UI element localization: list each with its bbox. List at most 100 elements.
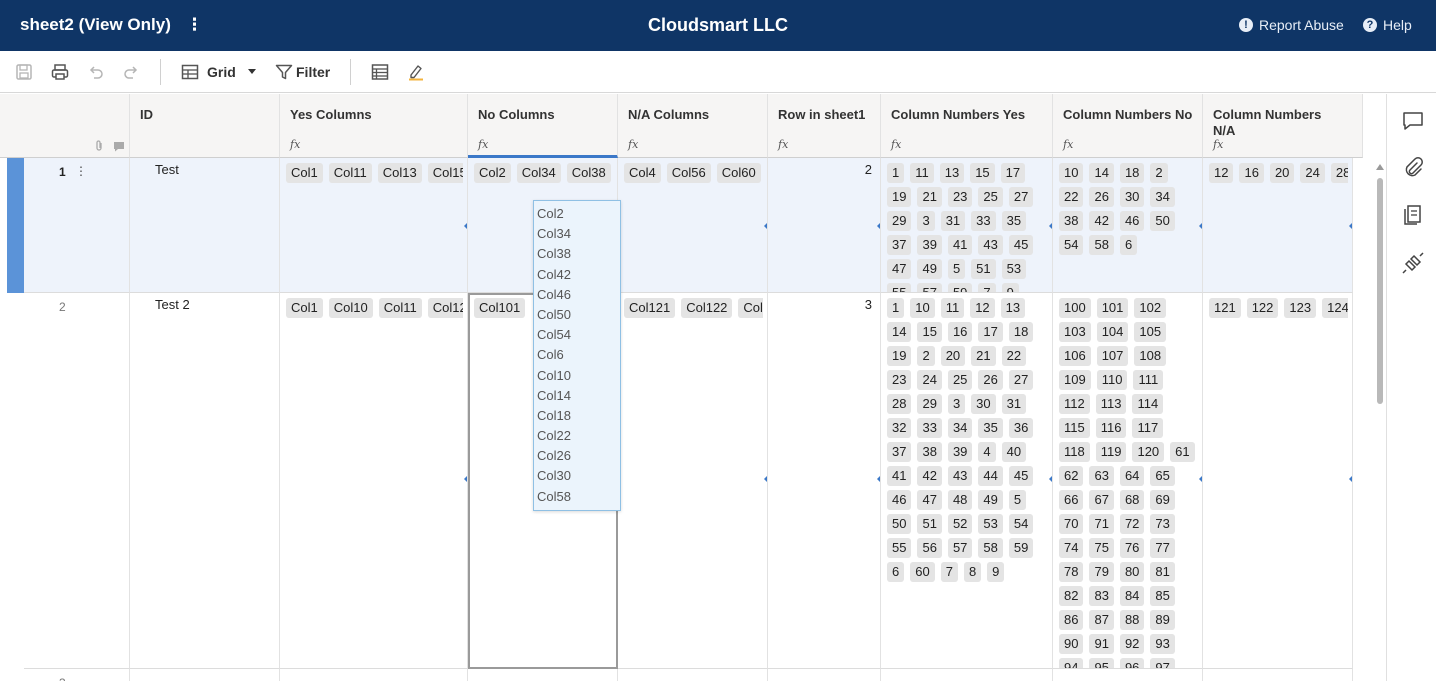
cell-no-columns[interactable]: [468, 669, 618, 681]
row-number-cell[interactable]: 1 ⋮: [24, 158, 130, 293]
chip: 94: [1059, 658, 1084, 668]
chip: 79: [1089, 562, 1114, 582]
dropdown-option[interactable]: Col26: [537, 447, 620, 467]
help-link[interactable]: ? Help: [1363, 17, 1412, 33]
chip: Col123: [738, 298, 763, 318]
cell-column-numbers-na[interactable]: 121 122 123 124: [1203, 293, 1353, 669]
dropdown-option[interactable]: Col42: [537, 266, 620, 286]
column-header-yes-columns[interactable]: Yes Columns fx: [280, 94, 468, 158]
redo-button[interactable]: [122, 62, 140, 82]
cell-column-numbers-no[interactable]: [1053, 669, 1203, 681]
dropdown-option[interactable]: Col18: [537, 407, 620, 427]
column-header-column-numbers-no[interactable]: Column Numbers No fx: [1053, 94, 1203, 158]
chip: 43: [978, 235, 1003, 255]
dropdown-option[interactable]: Col54: [537, 326, 620, 346]
comment-icon: [1403, 112, 1423, 130]
scroll-up-icon[interactable]: [1376, 164, 1384, 170]
dropdown-option[interactable]: Col50: [537, 306, 620, 326]
cell-na-columns[interactable]: Col121Col122Col123: [618, 293, 768, 669]
cell-text: Test 2: [155, 297, 190, 312]
sheet-menu-icon[interactable]: ⋮: [186, 15, 203, 35]
cell-column-numbers-na[interactable]: [1203, 669, 1353, 681]
chip: Col101: [474, 298, 526, 318]
row-number-cell[interactable]: 3: [24, 669, 130, 681]
cell-id[interactable]: Test 2: [130, 293, 280, 669]
chip: 59: [1008, 538, 1034, 558]
summary-button[interactable]: [1402, 204, 1424, 226]
formula-icon: fx: [628, 138, 639, 151]
dropdown-option[interactable]: Col34: [537, 225, 620, 245]
column-header-no-columns[interactable]: No Columns fx: [468, 94, 618, 158]
connections-button[interactable]: [1402, 252, 1424, 274]
cell-yes-columns[interactable]: Col1Col10Col11Col12: [280, 293, 468, 669]
chip: 58: [1089, 235, 1114, 255]
row-menu-icon[interactable]: ⋮: [75, 164, 87, 178]
chip-list: Col2 Col34 Col38: [474, 163, 613, 183]
chip: 10: [1059, 163, 1084, 183]
chip: 54: [1059, 235, 1084, 255]
print-button[interactable]: [51, 62, 69, 82]
cell-column-numbers-no[interactable]: 100 101 102 103 104 105 106 107 108 109 110 111 112 1…: [1053, 293, 1203, 669]
filter-button[interactable]: Filter: [275, 62, 330, 82]
dropdown-option[interactable]: Col2: [537, 205, 620, 225]
sheet-title[interactable]: sheet2 (View Only): [20, 15, 171, 35]
cell-column-numbers-yes[interactable]: 1 11 13 15 17 19 21 23 25 27 29 3 31 33 35 37 39 41 43 45 47…: [881, 158, 1053, 293]
cell-yes-columns[interactable]: [280, 669, 468, 681]
highlight-changes-button[interactable]: [407, 62, 425, 82]
dropdown-option[interactable]: Col46: [537, 286, 620, 306]
cell-na-columns[interactable]: [618, 669, 768, 681]
dropdown-option[interactable]: Col30: [537, 467, 620, 487]
dropdown-option[interactable]: Col58: [537, 488, 620, 508]
undo-button[interactable]: [87, 62, 105, 82]
cell-row-in-sheet1[interactable]: [768, 669, 881, 681]
chip: 51: [971, 259, 996, 279]
row-number: 2: [59, 300, 66, 314]
column-header-row-in-sheet1[interactable]: Row in sheet1 fx: [768, 94, 881, 158]
cell-na-columns[interactable]: Col4 Col56 Col60: [618, 158, 768, 293]
chip: 45: [1008, 235, 1034, 255]
dropdown-option[interactable]: Col14: [537, 387, 620, 407]
chip: 76: [1119, 538, 1145, 558]
chip: 27: [1008, 187, 1034, 207]
dropdown-option[interactable]: Col22: [537, 427, 620, 447]
chip: 30: [1119, 187, 1145, 207]
row-number-cell[interactable]: 2: [24, 293, 130, 669]
multi-select-dropdown[interactable]: Col2 Col34 Col38 Col42 Col46 Col50 Col54 Col6 Co…: [533, 200, 621, 511]
comments-button[interactable]: [1402, 110, 1424, 132]
column-header-column-numbers-na[interactable]: Column Numbers N/A fx: [1203, 94, 1363, 158]
undo-icon: [89, 66, 103, 79]
chip-list: Col121Col122Col123: [624, 298, 763, 318]
chip: 30: [971, 394, 996, 414]
chip: 53: [1001, 259, 1027, 279]
table-view-button[interactable]: [371, 62, 389, 82]
vertical-scrollbar[interactable]: [1374, 162, 1386, 681]
cell-column-numbers-na[interactable]: 1216202428: [1203, 158, 1353, 293]
column-header-column-numbers-yes[interactable]: Column Numbers Yes fx: [881, 94, 1053, 158]
chip: 26: [1089, 187, 1114, 207]
cell-column-numbers-yes[interactable]: [881, 669, 1053, 681]
scrollbar-thumb[interactable]: [1377, 178, 1383, 404]
cell-row-in-sheet1[interactable]: 2: [768, 158, 881, 293]
dropdown-option[interactable]: Col38: [537, 245, 620, 265]
cell-id[interactable]: Test: [130, 158, 280, 293]
column-header-id[interactable]: ID: [130, 94, 280, 158]
dropdown-option[interactable]: Col6: [537, 346, 620, 366]
cell-column-numbers-no[interactable]: 10 14 18 2 22 26 30 34 38 42 46 50 54 58 6: [1053, 158, 1203, 293]
chip: 37: [887, 442, 912, 462]
formula-icon: fx: [778, 138, 789, 151]
cell-column-numbers-yes[interactable]: 1 10 11 12 13 14 15 16 17 18 19 2 20 21 22 23 24 25 26 27 28…: [881, 293, 1053, 669]
formula-icon: fx: [478, 138, 489, 151]
chip-list: Col4 Col56 Col60: [624, 163, 763, 183]
dropdown-option[interactable]: Col10: [537, 367, 620, 387]
cell-id[interactable]: [130, 669, 280, 681]
cell-yes-columns[interactable]: Col1Col11Col13Col15: [280, 158, 468, 293]
save-button[interactable]: [15, 62, 33, 82]
column-header-na-columns[interactable]: N/A Columns fx: [618, 94, 768, 158]
view-switcher-button[interactable]: Grid: [181, 62, 256, 82]
chip: 15: [917, 322, 942, 342]
report-abuse-link[interactable]: ! Report Abuse: [1239, 17, 1344, 33]
chip-list: 121 122 123 124: [1209, 298, 1348, 318]
attachments-button[interactable]: [1402, 156, 1424, 178]
cell-row-in-sheet1[interactable]: 3: [768, 293, 881, 669]
column-title: No Columns: [478, 107, 555, 122]
